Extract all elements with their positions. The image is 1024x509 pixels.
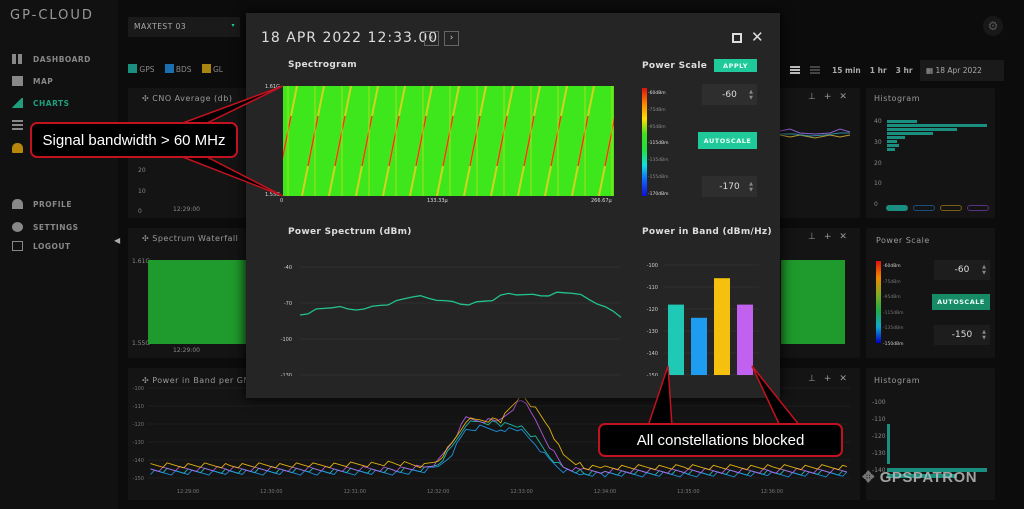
callout-blocked: All constellations blocked xyxy=(598,423,843,457)
satellite-icon: ✥ xyxy=(862,469,876,486)
callout-bandwidth: Signal bandwidth > 60 MHz xyxy=(30,122,238,158)
callout-pointers xyxy=(179,85,802,427)
watermark-logo: ✥ GPSPATRON xyxy=(862,469,978,486)
